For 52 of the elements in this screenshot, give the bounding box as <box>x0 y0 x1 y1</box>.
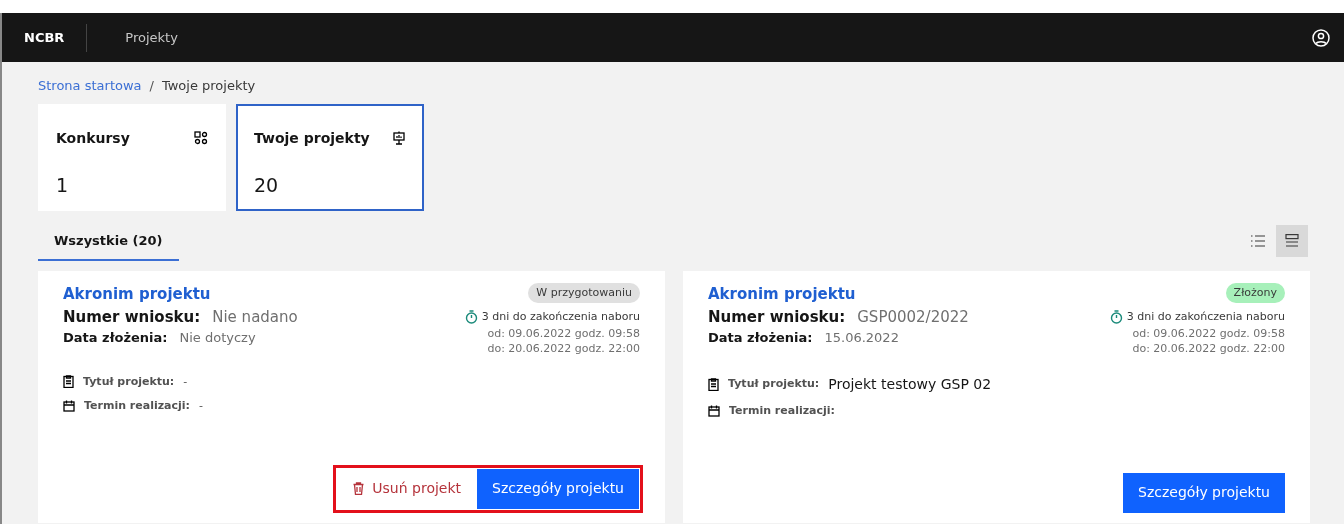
field-label: Numer wniosku: <box>708 306 846 328</box>
card-list-icon <box>1285 234 1299 247</box>
field-value: 15.06.2022 <box>824 329 899 347</box>
status-tag: Złożony <box>1225 282 1285 303</box>
deadline-text: 3 dni do zakończenia naboru <box>481 309 640 325</box>
field-value: Nie dotyczy <box>179 329 256 347</box>
field-value: Projekt testowy GSP 02 <box>828 374 992 394</box>
field-label: Tytuł projektu: <box>728 375 820 392</box>
field-label: Termin realizacji: <box>729 402 835 419</box>
summary-tile[interactable]: Twoje projekty 20 <box>236 103 424 211</box>
calendar-icon <box>63 400 75 413</box>
status-tag: W przygotowaniu <box>528 282 640 303</box>
filter-tab[interactable]: Wszystkie (20) <box>38 225 179 261</box>
field-value: Nie nadano <box>212 306 298 328</box>
field-label: Data złożenia: <box>63 329 168 347</box>
field-label: Numer wniosku: <box>63 306 201 328</box>
brand-name: NCBR <box>23 28 66 47</box>
field-label: Tytuł projektu: <box>83 373 175 390</box>
project-details-button[interactable]: Szczegóły projektu <box>1123 472 1285 513</box>
breadcrumb-link[interactable]: Strona startowa <box>38 76 142 96</box>
summary-tile[interactable]: Konkursy 1 <box>38 103 226 211</box>
list-icon <box>1251 234 1265 247</box>
tile-title: Twoje projekty <box>254 128 370 148</box>
clipboard-icon <box>63 375 74 389</box>
calendar-icon <box>708 404 720 417</box>
date-to-text: do: 20.06.2022 godz. 22:00 <box>487 340 640 356</box>
date-from-text: od: 09.06.2022 godz. 09:58 <box>487 325 640 341</box>
date-to-text: do: 20.06.2022 godz. 22:00 <box>1132 340 1285 356</box>
tile-count: 20 <box>254 172 280 198</box>
project-acronym-link[interactable]: Akronim projektu <box>63 282 298 305</box>
card-view-button[interactable] <box>1276 224 1308 257</box>
breadcrumb-separator: / <box>149 77 154 95</box>
timer-icon <box>1109 310 1123 325</box>
project-details-button[interactable]: Szczegóły projektu <box>477 468 639 509</box>
timer-icon <box>464 310 478 325</box>
breadcrumb-current: Twoje projekty <box>161 77 256 95</box>
nav-link[interactable]: Projekty <box>87 27 178 48</box>
project-acronym-link[interactable]: Akronim projektu <box>708 282 969 305</box>
user-avatar-icon[interactable] <box>1312 28 1330 47</box>
trash-icon <box>353 482 365 495</box>
field-value: - <box>183 373 188 390</box>
apps-icon <box>194 131 208 145</box>
deadline-text: 3 dni do zakończenia naboru <box>1126 309 1285 325</box>
field-value: GSP0002/2022 <box>857 306 969 328</box>
field-label: Data złożenia: <box>708 329 813 347</box>
presentation-icon <box>392 131 406 145</box>
clipboard-icon <box>708 377 719 391</box>
date-from-text: od: 09.06.2022 godz. 09:58 <box>1132 325 1285 341</box>
tile-count: 1 <box>56 172 70 198</box>
tile-title: Konkursy <box>56 128 130 148</box>
field-label: Termin realizacji: <box>84 398 190 414</box>
field-value: - <box>198 398 203 414</box>
